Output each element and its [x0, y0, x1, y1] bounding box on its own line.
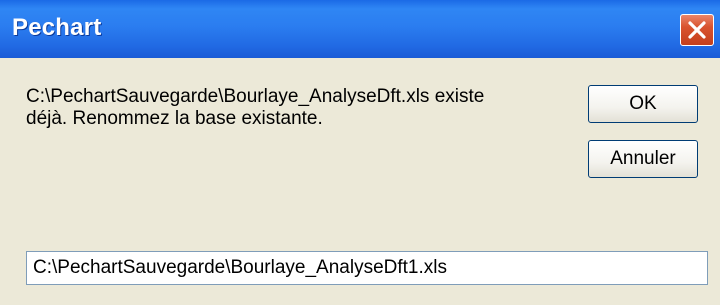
- close-icon: [688, 21, 706, 39]
- cancel-button[interactable]: Annuler: [588, 140, 698, 178]
- ok-button[interactable]: OK: [588, 85, 698, 123]
- close-button[interactable]: [680, 14, 714, 46]
- title-bar[interactable]: Pechart: [0, 0, 720, 58]
- window-title: Pechart: [12, 14, 102, 41]
- message-text: C:\PechartSauvegarde\Bourlaye_AnalyseDft…: [26, 86, 485, 129]
- dialog-window: Pechart C:\PechartSauvegarde\Bourlaye_An…: [0, 0, 720, 305]
- new-filename-input[interactable]: [26, 251, 708, 285]
